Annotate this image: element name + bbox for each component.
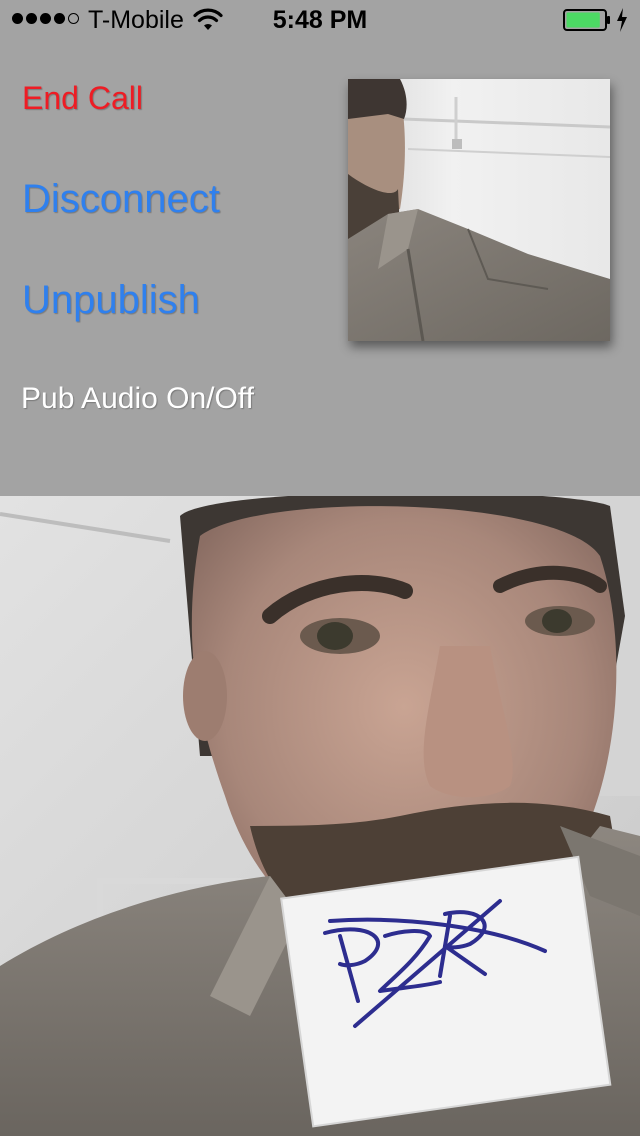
status-time: 5:48 PM [272,6,368,34]
disconnect-button[interactable]: Disconnect [22,177,220,222]
subscriber-video-frame [0,496,640,1136]
pub-audio-toggle-button[interactable]: Pub Audio On/Off [21,382,254,416]
unpublish-button[interactable]: Unpublish [22,278,200,323]
charging-bolt-icon [617,8,627,32]
status-bar: T-Mobile 5:48 PM [0,0,640,40]
publisher-video-frame [348,79,610,341]
subscriber-video [0,496,640,1136]
end-call-button[interactable]: End Call [22,80,143,117]
video-call-screen: T-Mobile 5:48 PM End Call Disconnect Unp… [0,0,640,1136]
publisher-video-preview[interactable] [348,79,610,341]
battery-icon [563,9,610,31]
